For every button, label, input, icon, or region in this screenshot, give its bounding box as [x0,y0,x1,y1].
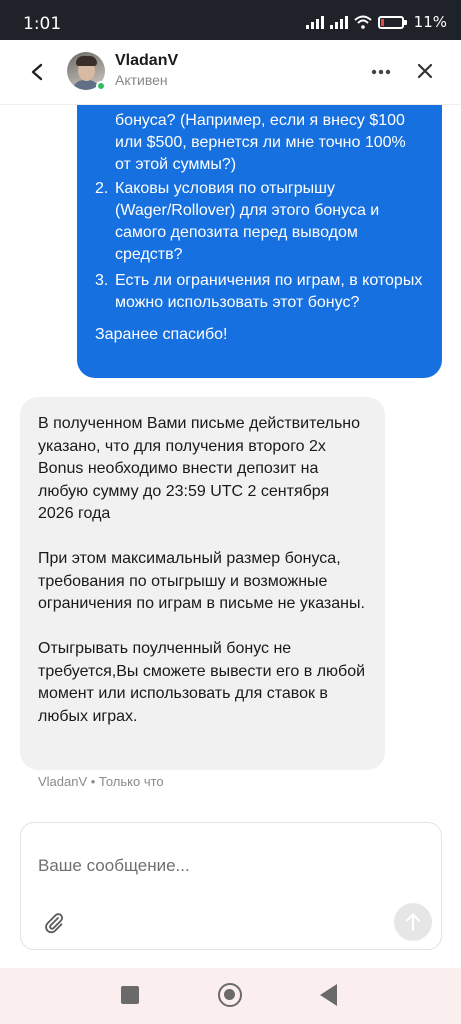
send-arrow-icon [405,913,421,932]
incoming-paragraph: Отыгрывать поулченный бонус не требуется… [38,640,366,725]
signal-icon [305,15,324,29]
chat-header: VladanV Активен [0,40,461,104]
incoming-message: В полученном Вами письме действительно у… [20,397,385,770]
incoming-paragraph: При этом максимальный размер бонуса, тре… [38,550,365,612]
online-status-dot [96,81,106,91]
message-composer [20,822,442,950]
message-input[interactable] [38,856,398,876]
incoming-paragraph: В полученном Вами письме действительно у… [38,415,361,522]
list-item: 2. Каковы условия по отыгрышу (Wager/Rol… [95,178,426,266]
status-bar: 1:01 11% [0,0,461,40]
contact-status: Активен [115,72,168,88]
back-icon[interactable] [320,984,337,1006]
list-item-number: 3. [95,272,109,289]
back-arrow-icon[interactable] [22,60,52,84]
battery-percent: 11% [413,13,447,31]
recent-apps-icon[interactable] [121,986,139,1004]
battery-icon [377,15,407,29]
more-icon[interactable] [369,62,393,82]
list-item-text: Есть ли ограничения по играм, в которых … [115,272,423,311]
outgoing-message-list: 2. Каковы условия по отыгрышу (Wager/Rol… [95,178,426,314]
wifi-icon [353,15,372,29]
list-item-text: Каковы условия по отыгрышу (Wager/Rollov… [115,180,380,263]
message-meta: VladanV • Только что [38,774,164,789]
home-icon[interactable] [218,983,242,1007]
outgoing-message: бонуса? (Например, если я внесу $100 или… [77,104,442,378]
list-item-number: 2. [95,180,109,197]
list-item: 3. Есть ли ограничения по играм, в котор… [95,270,426,314]
status-time: 1:01 [23,14,62,34]
contact-name: VladanV [115,52,179,69]
system-nav-bar [0,968,461,1024]
message-list[interactable]: бонуса? (Например, если я внесу $100 или… [0,104,461,820]
paperclip-icon[interactable] [43,912,65,934]
status-icons: 11% [305,13,447,31]
outgoing-message-lead: бонуса? (Например, если я внесу $100 или… [115,112,406,173]
close-icon[interactable] [414,60,436,82]
outgoing-message-thanks: Заранее спасибо! [95,326,228,343]
signal-icon [329,15,348,29]
send-button[interactable] [394,903,432,941]
